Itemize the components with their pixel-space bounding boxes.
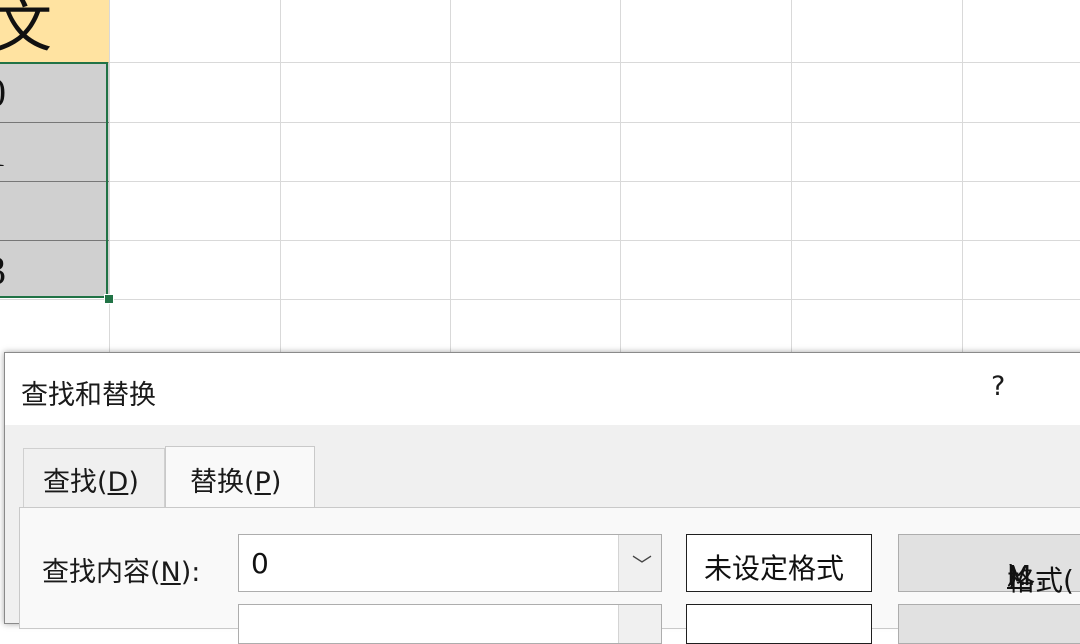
help-button[interactable]: ?	[991, 371, 1005, 402]
selection-border	[0, 62, 108, 298]
chevron-down-icon: ﹀	[632, 553, 652, 577]
gridline	[0, 240, 1080, 241]
find-what-dropdown[interactable]: ﹀	[618, 535, 661, 591]
tab-replace[interactable]: 替换(P)	[165, 446, 315, 509]
header-cell[interactable]: 文	[0, 0, 109, 63]
find-what-input[interactable]: 0 ﹀	[238, 534, 662, 592]
find-what-label: 查找内容(N):	[42, 557, 201, 588]
tab-find-label: 查找(D)	[43, 467, 139, 498]
find-what-value: 0	[251, 547, 269, 580]
replace-with-dropdown[interactable]	[618, 605, 661, 643]
format-preview-text: 未设定格式	[704, 552, 845, 585]
header-cell-text: 文	[0, 0, 52, 60]
replace-tab-panel: 查找内容(N): 0 ﹀ 未设定格式 格式(M)...	[19, 507, 1080, 644]
find-replace-dialog: 查找和替换 ? 查找(D) 替换(P) 查找内容(N): 0 ﹀ 未设定格式 格…	[4, 352, 1080, 644]
tab-find[interactable]: 查找(D)	[23, 448, 165, 507]
gridline	[0, 181, 1080, 182]
replace-format-button[interactable]	[898, 604, 1080, 644]
replace-format-preview	[686, 604, 872, 644]
gridline	[0, 299, 1080, 300]
fill-handle[interactable]	[104, 294, 114, 304]
spreadsheet-grid[interactable]: 文 0 1 3	[0, 0, 1080, 352]
dialog-title: 查找和替换	[21, 380, 156, 411]
tab-replace-label: 替换(P)	[190, 467, 282, 498]
gridline	[0, 62, 1080, 63]
format-button[interactable]: 格式(M)...	[898, 534, 1080, 597]
dialog-title-bar[interactable]: 查找和替换 ?	[5, 353, 1080, 425]
gridline	[0, 122, 1080, 123]
format-preview: 未设定格式	[686, 534, 872, 592]
replace-with-input[interactable]	[238, 604, 662, 644]
